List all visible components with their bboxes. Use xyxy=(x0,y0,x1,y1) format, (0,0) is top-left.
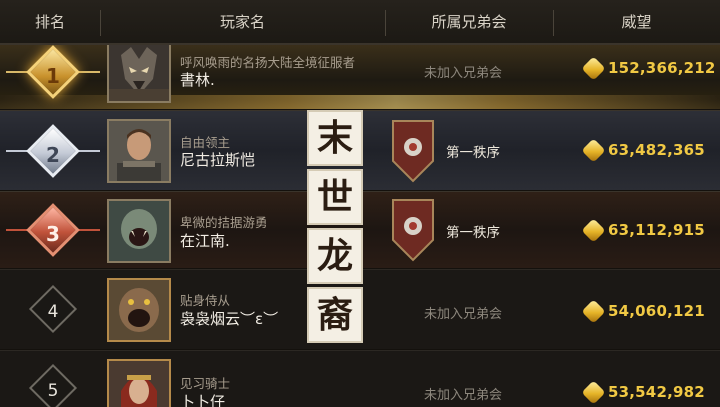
player-avatar[interactable] xyxy=(107,199,171,263)
rank-number: 1 xyxy=(46,64,60,89)
knight-portrait xyxy=(109,121,169,181)
rank-number: 3 xyxy=(46,222,60,247)
prestige-value: 54,060,121 xyxy=(581,298,705,324)
ghoul-portrait xyxy=(109,201,169,261)
banner-char-1: 末 xyxy=(307,110,363,166)
player-title: 卑微的拮据游勇 xyxy=(180,215,268,230)
guild-shield-icon xyxy=(392,199,434,262)
prestige-number: 63,482,365 xyxy=(608,141,705,159)
guild-shield-icon xyxy=(392,120,434,183)
rank-number: 4 xyxy=(47,301,59,322)
prestige-value: 63,112,915 xyxy=(581,217,705,243)
header-prestige: 威望 xyxy=(621,13,652,31)
player-name[interactable]: 卜卜仔 xyxy=(180,391,225,407)
player-name[interactable]: 尼古拉斯恺 xyxy=(180,149,255,170)
guild-name: 未加入兄弟会 xyxy=(423,66,502,81)
maiden-portrait xyxy=(109,361,169,407)
rank-number: 2 xyxy=(46,143,60,168)
guild-name[interactable]: 第一秩序 xyxy=(446,221,500,241)
leaderboard-row-5[interactable]: 5 见习骑士 卜卜仔 未加入兄弟会 53,542,982 xyxy=(0,350,720,407)
rank-badge: 5 xyxy=(28,363,78,407)
player-title: 见习骑士 xyxy=(180,376,231,391)
prestige-gem-icon xyxy=(581,379,606,405)
prestige-gem-icon xyxy=(581,217,606,243)
prestige-gem-icon xyxy=(581,137,606,163)
prestige-value: 53,542,982 xyxy=(581,379,705,405)
rank-badge: 2 xyxy=(26,124,80,178)
player-title: 贴身侍从 xyxy=(180,293,231,308)
prestige-number: 152,366,212 xyxy=(608,59,716,77)
prestige-number: 63,112,915 xyxy=(608,221,705,239)
prestige-number: 53,542,982 xyxy=(608,383,705,401)
player-name[interactable]: 書林. xyxy=(180,69,215,90)
prestige-gem-icon xyxy=(581,298,606,324)
rank-badge: 3 xyxy=(26,203,80,257)
guild-name[interactable]: 第一秩序 xyxy=(446,141,500,161)
prestige-value: 63,482,365 xyxy=(581,137,705,163)
rank-badge: 1 xyxy=(26,45,80,99)
banner-char-3: 龙 xyxy=(307,228,363,284)
monster-portrait xyxy=(109,280,169,340)
rank-badge: 4 xyxy=(28,284,78,334)
player-name[interactable]: 袅袅烟云︶ε︶ xyxy=(180,308,278,329)
header-guild: 所属兄弟会 xyxy=(431,13,507,31)
player-avatar[interactable] xyxy=(107,359,171,407)
rank-number: 5 xyxy=(47,380,59,401)
player-avatar[interactable] xyxy=(107,45,171,103)
banner-char-2: 世 xyxy=(307,169,363,225)
prestige-value: 152,366,212 xyxy=(581,55,716,81)
player-avatar[interactable] xyxy=(107,119,171,183)
prestige-number: 54,060,121 xyxy=(608,302,705,320)
guild-name: 未加入兄弟会 xyxy=(423,388,502,403)
leaderboard-row-1[interactable]: 1 呼风唤雨的名扬大陆全境征服者 書林. 未加入兄弟会 152,366,212 xyxy=(0,44,720,109)
prestige-gem-icon xyxy=(581,55,606,81)
banner-char-4: 裔 xyxy=(307,287,363,343)
wolf-warrior-portrait xyxy=(109,45,169,101)
guild-name: 未加入兄弟会 xyxy=(423,307,502,322)
header-rank: 排名 xyxy=(34,13,65,31)
header-player: 玩家名 xyxy=(219,13,265,31)
leaderboard-header: 排名 玩家名 所属兄弟会 威望 xyxy=(0,0,720,44)
player-name[interactable]: 在江南. xyxy=(180,230,230,251)
player-avatar[interactable] xyxy=(107,278,171,342)
